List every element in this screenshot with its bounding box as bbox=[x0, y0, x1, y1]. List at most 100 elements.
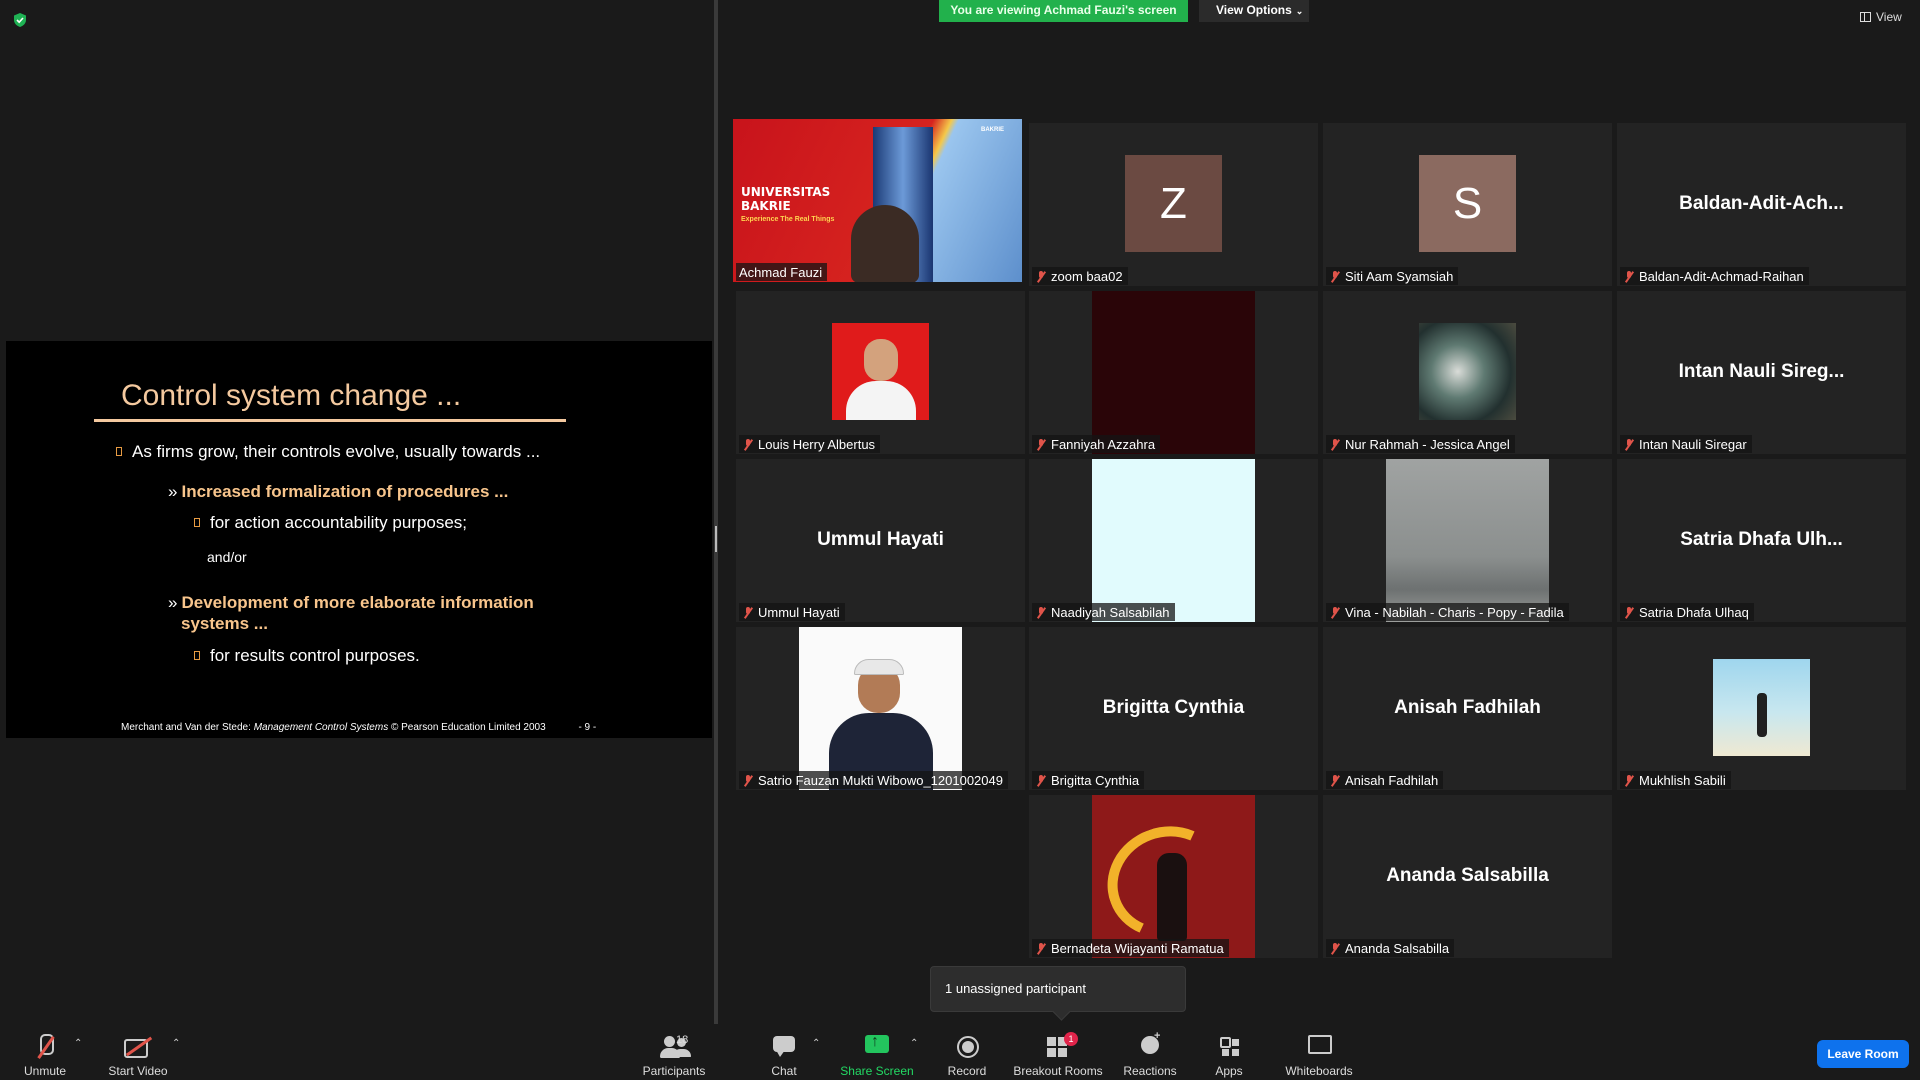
slide-footer: Merchant and Van der Stede: Management C… bbox=[121, 722, 597, 733]
participant-tile[interactable]: Mukhlish Sabili bbox=[1617, 627, 1906, 790]
photo-person bbox=[1757, 693, 1767, 737]
splitter-handle[interactable] bbox=[715, 526, 717, 552]
start-video-button[interactable]: Start Video bbox=[104, 1024, 172, 1080]
participant-video bbox=[1386, 459, 1549, 622]
slide-detail-2: for results control purposes. bbox=[194, 646, 420, 666]
slide-connector: and/or bbox=[207, 549, 247, 565]
photo-cap bbox=[854, 659, 904, 675]
participant-tile[interactable]: Satria Dhafa Ulh... Satria Dhafa Ulhaq bbox=[1617, 459, 1906, 622]
participant-tile[interactable]: Intan Nauli Sireg... Intan Nauli Siregar bbox=[1617, 291, 1906, 454]
slide-subpoint-2-cont: systems ... bbox=[181, 614, 268, 633]
participant-tile[interactable]: Baldan-Adit-Ach... Baldan-Adit-Achmad-Ra… bbox=[1617, 123, 1906, 286]
participant-tile[interactable]: UNIVERSITAS BAKRIE Experience The Real T… bbox=[733, 119, 1022, 282]
grid-view-icon bbox=[1860, 12, 1871, 22]
share-screen-button[interactable]: Share Screen bbox=[840, 1024, 914, 1080]
participant-name: Ummul Hayati bbox=[739, 603, 845, 621]
muted-mic-icon bbox=[742, 774, 754, 787]
photo-head bbox=[864, 339, 898, 381]
figure-artwork bbox=[1157, 853, 1187, 941]
breakout-rooms-icon: 1 bbox=[1042, 1032, 1078, 1062]
muted-mic-icon bbox=[1329, 942, 1341, 955]
participant-name: Fanniyah Azzahra bbox=[1032, 435, 1161, 453]
meeting-toolbar: Unmute ⌃ Start Video ⌃ 18 Participants C… bbox=[0, 1024, 1920, 1080]
participant-name: zoom baa02 bbox=[1032, 267, 1128, 285]
participant-tile[interactable]: Ananda Salsabilla Ananda Salsabilla bbox=[1323, 795, 1612, 958]
chat-button[interactable]: Chat bbox=[764, 1024, 804, 1080]
security-shield-icon[interactable] bbox=[12, 12, 28, 28]
muted-mic-icon bbox=[1035, 270, 1047, 283]
participant-tile[interactable]: Naadiyah Salsabilah bbox=[1029, 459, 1318, 622]
participant-name: Achmad Fauzi bbox=[736, 263, 828, 281]
slide-detail-1: for action accountability purposes; bbox=[194, 513, 467, 533]
muted-mic-icon bbox=[742, 438, 754, 451]
participant-video bbox=[1092, 459, 1255, 622]
breakout-rooms-button[interactable]: 1 Breakout Rooms bbox=[1013, 1024, 1103, 1080]
reactions-button[interactable]: Reactions bbox=[1123, 1024, 1176, 1080]
apps-button[interactable]: Apps bbox=[1213, 1024, 1245, 1080]
muted-mic-icon bbox=[1035, 438, 1047, 451]
view-button[interactable]: View bbox=[1860, 10, 1902, 24]
participants-button[interactable]: 18 Participants bbox=[636, 1024, 712, 1080]
participant-tile[interactable]: Anisah Fadhilah Anisah Fadhilah bbox=[1323, 627, 1612, 790]
reactions-emoji-icon bbox=[1134, 1030, 1166, 1062]
participant-tile[interactable]: Bernadeta Wijayanti Ramatua bbox=[1029, 795, 1318, 958]
microphone-muted-icon bbox=[29, 1032, 61, 1062]
participant-tile[interactable]: Satrio Fauzan Mukti Wibowo_1201002049 bbox=[736, 627, 1025, 790]
bullet-icon bbox=[194, 651, 200, 660]
participant-name: Louis Herry Albertus bbox=[739, 435, 881, 453]
participants-count: 18 bbox=[676, 1034, 689, 1046]
participant-display-name: Anisah Fadhilah bbox=[1394, 697, 1541, 718]
shared-screen-pane: Control system change ... As firms grow,… bbox=[0, 0, 714, 1024]
participant-tile[interactable]: Fanniyah Azzahra bbox=[1029, 291, 1318, 454]
view-options-button[interactable]: View Options ⌄ bbox=[1199, 0, 1309, 22]
virtual-background-tagline: Experience The Real Things bbox=[741, 216, 835, 223]
participant-tile[interactable]: Z zoom baa02 bbox=[1029, 123, 1318, 286]
share-options-caret-icon[interactable]: ⌃ bbox=[910, 1038, 918, 1049]
unmute-button[interactable]: Unmute bbox=[20, 1024, 70, 1080]
bullet-icon bbox=[116, 447, 122, 456]
muted-mic-icon bbox=[1329, 438, 1341, 451]
participant-tile[interactable]: Louis Herry Albertus bbox=[736, 291, 1025, 454]
participant-name: Brigitta Cynthia bbox=[1032, 771, 1145, 789]
participant-display-name: Brigitta Cynthia bbox=[1102, 697, 1245, 718]
record-button[interactable]: Record bbox=[945, 1024, 989, 1080]
leave-room-button[interactable]: Leave Room bbox=[1817, 1040, 1909, 1068]
whiteboards-button[interactable]: Whiteboards bbox=[1283, 1024, 1355, 1080]
record-icon bbox=[951, 1032, 983, 1062]
share-screen-icon bbox=[861, 1032, 893, 1062]
speaker-face bbox=[851, 205, 919, 282]
participant-tile[interactable]: Nur Rahmah - Jessica Angel bbox=[1323, 291, 1612, 454]
participant-name: Siti Aam Syamsiah bbox=[1326, 267, 1459, 285]
participant-display-name: Ummul Hayati bbox=[817, 529, 944, 550]
slide-page-number: - 9 - bbox=[578, 722, 597, 733]
pane-splitter[interactable] bbox=[714, 0, 718, 1024]
profile-photo bbox=[1419, 323, 1516, 420]
participant-display-name: Intan Nauli Sireg... bbox=[1678, 361, 1845, 382]
participant-tile[interactable]: Ummul Hayati Ummul Hayati bbox=[736, 459, 1025, 622]
participant-name: Baldan-Adit-Achmad-Raihan bbox=[1620, 267, 1809, 285]
muted-mic-icon bbox=[1623, 774, 1635, 787]
chevron-bullet-icon: » bbox=[168, 482, 178, 501]
video-options-caret-icon[interactable]: ⌃ bbox=[172, 1038, 180, 1049]
audio-options-caret-icon[interactable]: ⌃ bbox=[74, 1038, 82, 1049]
participant-name: Nur Rahmah - Jessica Angel bbox=[1326, 435, 1515, 453]
presentation-slide: Control system change ... As firms grow,… bbox=[6, 341, 712, 738]
virtual-background-title: UNIVERSITAS BAKRIE bbox=[741, 185, 831, 213]
bullet-icon bbox=[194, 518, 200, 527]
participant-name: Intan Nauli Siregar bbox=[1620, 435, 1752, 453]
participant-display-name: Satria Dhafa Ulh... bbox=[1680, 529, 1843, 550]
participant-tile[interactable]: Vina - Nabilah - Charis - Popy - Fadila bbox=[1323, 459, 1612, 622]
participant-tile[interactable]: S Siti Aam Syamsiah bbox=[1323, 123, 1612, 286]
slide-title: Control system change ... bbox=[121, 379, 462, 412]
participant-name: Vina - Nabilah - Charis - Popy - Fadila bbox=[1326, 603, 1569, 621]
muted-mic-icon bbox=[1035, 774, 1047, 787]
participant-video bbox=[1092, 291, 1255, 454]
participant-name: Satrio Fauzan Mukti Wibowo_1201002049 bbox=[739, 771, 1008, 789]
participant-tile[interactable]: Brigitta Cynthia Brigitta Cynthia bbox=[1029, 627, 1318, 790]
chat-options-caret-icon[interactable]: ⌃ bbox=[812, 1038, 820, 1049]
muted-mic-icon bbox=[1623, 270, 1635, 283]
muted-mic-icon bbox=[1329, 774, 1341, 787]
chevron-bullet-icon: » bbox=[168, 593, 178, 612]
participant-display-name: Baldan-Adit-Ach... bbox=[1679, 193, 1844, 214]
participant-name: Naadiyah Salsabilah bbox=[1032, 603, 1175, 621]
